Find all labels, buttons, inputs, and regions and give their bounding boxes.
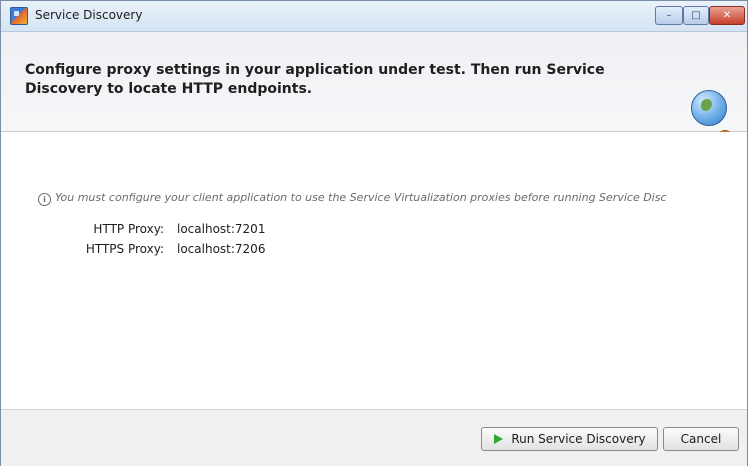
close-button[interactable]: ✕: [709, 6, 745, 25]
content-area: i You must configure your client applicat…: [1, 132, 747, 408]
info-icon: i: [38, 193, 51, 206]
app-icon: [10, 7, 28, 25]
window-title: Service Discovery: [35, 8, 143, 22]
header-banner: Configure proxy settings in your applica…: [1, 32, 747, 146]
run-button-label: Run Service Discovery: [511, 432, 646, 446]
run-service-discovery-button[interactable]: Run Service Discovery: [481, 427, 658, 451]
service-discovery-window: Service Discovery – □ ✕ Configure proxy …: [0, 0, 748, 466]
play-icon: [494, 434, 503, 444]
banner-instructions: Configure proxy settings in your applica…: [25, 62, 605, 97]
minimize-button[interactable]: –: [655, 6, 683, 25]
info-message: i You must configure your client applicat…: [38, 191, 718, 206]
http-proxy-label: HTTP Proxy:: [93, 222, 164, 236]
cancel-button[interactable]: Cancel: [663, 427, 739, 451]
title-bar[interactable]: Service Discovery – □ ✕: [1, 1, 747, 32]
button-bar: Run Service Discovery Cancel: [1, 409, 747, 466]
maximize-button[interactable]: □: [683, 6, 709, 25]
http-proxy-value: localhost:7201: [177, 222, 266, 236]
globe-icon: [691, 90, 727, 126]
https-proxy-label: HTTPS Proxy:: [85, 242, 164, 256]
https-proxy-value: localhost:7206: [177, 242, 266, 256]
info-text: You must configure your client applicati…: [55, 191, 667, 204]
